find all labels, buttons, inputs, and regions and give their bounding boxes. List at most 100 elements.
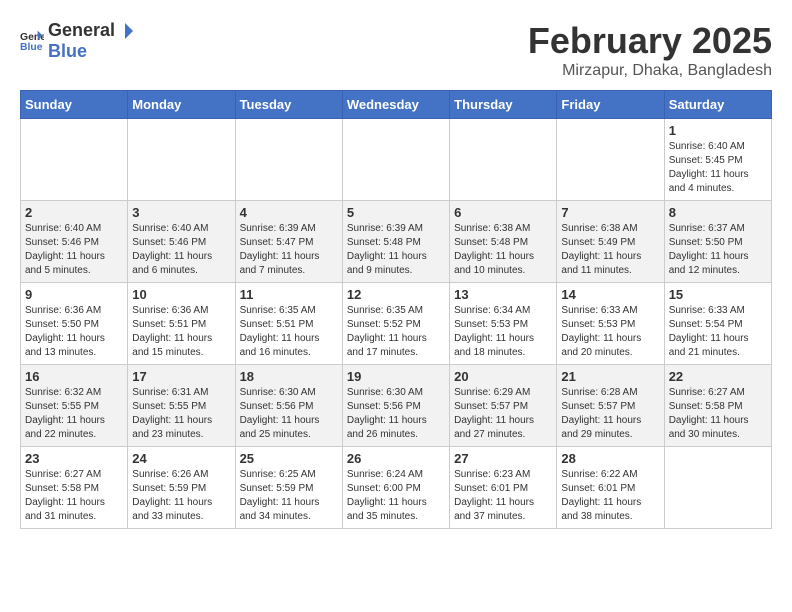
calendar-cell: 8 Sunrise: 6:37 AM Sunset: 5:50 PM Daylig…: [664, 201, 771, 283]
calendar-cell: 22 Sunrise: 6:27 AM Sunset: 5:58 PM Dayli…: [664, 365, 771, 447]
day-info: Sunrise: 6:27 AM Sunset: 5:58 PM Dayligh…: [669, 386, 767, 442]
calendar-cell: 12 Sunrise: 6:35 AM Sunset: 5:52 PM Dayli…: [342, 283, 449, 365]
day-number: 24: [132, 451, 230, 466]
calendar-cell: 1 Sunrise: 6:40 AM Sunset: 5:45 PM Daylig…: [664, 119, 771, 201]
day-info: Sunrise: 6:31 AM Sunset: 5:55 PM Dayligh…: [132, 386, 230, 442]
day-number: 15: [669, 287, 767, 302]
day-number: 12: [347, 287, 445, 302]
subtitle: Mirzapur, Dhaka, Bangladesh: [528, 62, 772, 80]
day-info: Sunrise: 6:22 AM Sunset: 6:01 PM Dayligh…: [561, 468, 659, 524]
day-number: 3: [132, 205, 230, 220]
day-info: Sunrise: 6:40 AM Sunset: 5:46 PM Dayligh…: [25, 222, 123, 278]
day-info: Sunrise: 6:38 AM Sunset: 5:49 PM Dayligh…: [561, 222, 659, 278]
day-info: Sunrise: 6:38 AM Sunset: 5:48 PM Dayligh…: [454, 222, 552, 278]
day-info: Sunrise: 6:39 AM Sunset: 5:47 PM Dayligh…: [240, 222, 338, 278]
day-number: 21: [561, 369, 659, 384]
day-info: Sunrise: 6:24 AM Sunset: 6:00 PM Dayligh…: [347, 468, 445, 524]
day-info: Sunrise: 6:35 AM Sunset: 5:52 PM Dayligh…: [347, 304, 445, 360]
calendar-week-row: 16 Sunrise: 6:32 AM Sunset: 5:55 PM Dayli…: [21, 365, 772, 447]
calendar-week-row: 23 Sunrise: 6:27 AM Sunset: 5:58 PM Dayli…: [21, 447, 772, 529]
calendar-cell: 6 Sunrise: 6:38 AM Sunset: 5:48 PM Daylig…: [450, 201, 557, 283]
weekday-header-saturday: Saturday: [664, 91, 771, 119]
main-title: February 2025: [528, 20, 772, 62]
logo-blue: Blue: [48, 41, 87, 61]
day-info: Sunrise: 6:36 AM Sunset: 5:50 PM Dayligh…: [25, 304, 123, 360]
day-number: 26: [347, 451, 445, 466]
day-number: 18: [240, 369, 338, 384]
logo-icon: General Blue: [20, 29, 44, 53]
day-info: Sunrise: 6:37 AM Sunset: 5:50 PM Dayligh…: [669, 222, 767, 278]
day-number: 2: [25, 205, 123, 220]
calendar-cell: 7 Sunrise: 6:38 AM Sunset: 5:49 PM Daylig…: [557, 201, 664, 283]
day-number: 13: [454, 287, 552, 302]
svg-text:Blue: Blue: [20, 42, 43, 53]
calendar-cell: 3 Sunrise: 6:40 AM Sunset: 5:46 PM Daylig…: [128, 201, 235, 283]
day-info: Sunrise: 6:40 AM Sunset: 5:45 PM Dayligh…: [669, 140, 767, 196]
day-info: Sunrise: 6:28 AM Sunset: 5:57 PM Dayligh…: [561, 386, 659, 442]
calendar-cell: 10Sunrise: 6:36 AM Sunset: 5:51 PM Dayli…: [128, 283, 235, 365]
day-number: 14: [561, 287, 659, 302]
header: General Blue General Blue February 2025 …: [20, 20, 772, 80]
calendar-cell: 15 Sunrise: 6:33 AM Sunset: 5:54 PM Dayli…: [664, 283, 771, 365]
calendar-cell: 16 Sunrise: 6:32 AM Sunset: 5:55 PM Dayli…: [21, 365, 128, 447]
weekday-header-thursday: Thursday: [450, 91, 557, 119]
day-info: Sunrise: 6:39 AM Sunset: 5:48 PM Dayligh…: [347, 222, 445, 278]
day-info: Sunrise: 6:33 AM Sunset: 5:53 PM Dayligh…: [561, 304, 659, 360]
day-number: 25: [240, 451, 338, 466]
calendar-cell: 20 Sunrise: 6:29 AM Sunset: 5:57 PM Dayli…: [450, 365, 557, 447]
calendar-cell: 4 Sunrise: 6:39 AM Sunset: 5:47 PM Daylig…: [235, 201, 342, 283]
day-number: 5: [347, 205, 445, 220]
day-info: Sunrise: 6:30 AM Sunset: 5:56 PM Dayligh…: [347, 386, 445, 442]
calendar-cell: 2 Sunrise: 6:40 AM Sunset: 5:46 PM Daylig…: [21, 201, 128, 283]
weekday-header-row: SundayMondayTuesdayWednesdayThursdayFrid…: [21, 91, 772, 119]
day-number: 11: [240, 287, 338, 302]
calendar-cell: 9 Sunrise: 6:36 AM Sunset: 5:50 PM Daylig…: [21, 283, 128, 365]
logo-arrow-icon: [115, 21, 135, 41]
day-info: Sunrise: 6:32 AM Sunset: 5:55 PM Dayligh…: [25, 386, 123, 442]
day-number: 16: [25, 369, 123, 384]
day-number: 9: [25, 287, 123, 302]
calendar-cell: 25Sunrise: 6:25 AM Sunset: 5:59 PM Dayli…: [235, 447, 342, 529]
day-number: 1: [669, 123, 767, 138]
calendar-table: SundayMondayTuesdayWednesdayThursdayFrid…: [20, 90, 772, 529]
calendar-cell: 23 Sunrise: 6:27 AM Sunset: 5:58 PM Dayli…: [21, 447, 128, 529]
calendar-cell: 19 Sunrise: 6:30 AM Sunset: 5:56 PM Dayli…: [342, 365, 449, 447]
weekday-header-wednesday: Wednesday: [342, 91, 449, 119]
day-info: Sunrise: 6:36 AM Sunset: 5:51 PM Dayligh…: [132, 304, 230, 360]
logo-general: General: [48, 20, 115, 41]
day-number: 7: [561, 205, 659, 220]
day-number: 19: [347, 369, 445, 384]
day-info: Sunrise: 6:29 AM Sunset: 5:57 PM Dayligh…: [454, 386, 552, 442]
day-info: Sunrise: 6:30 AM Sunset: 5:56 PM Dayligh…: [240, 386, 338, 442]
title-section: February 2025 Mirzapur, Dhaka, Banglades…: [528, 20, 772, 80]
day-number: 4: [240, 205, 338, 220]
day-number: 17: [132, 369, 230, 384]
day-info: Sunrise: 6:33 AM Sunset: 5:54 PM Dayligh…: [669, 304, 767, 360]
day-info: Sunrise: 6:23 AM Sunset: 6:01 PM Dayligh…: [454, 468, 552, 524]
weekday-header-tuesday: Tuesday: [235, 91, 342, 119]
day-number: 28: [561, 451, 659, 466]
calendar-cell: 27 Sunrise: 6:23 AM Sunset: 6:01 PM Dayli…: [450, 447, 557, 529]
logo: General Blue General Blue: [20, 20, 135, 62]
calendar-cell: 13Sunrise: 6:34 AM Sunset: 5:53 PM Dayli…: [450, 283, 557, 365]
day-number: 27: [454, 451, 552, 466]
calendar-cell: 21 Sunrise: 6:28 AM Sunset: 5:57 PM Dayli…: [557, 365, 664, 447]
calendar-week-row: 9 Sunrise: 6:36 AM Sunset: 5:50 PM Daylig…: [21, 283, 772, 365]
calendar-cell: [128, 119, 235, 201]
calendar-cell: [21, 119, 128, 201]
calendar-cell: [664, 447, 771, 529]
calendar-cell: 24Sunrise: 6:26 AM Sunset: 5:59 PM Dayli…: [128, 447, 235, 529]
calendar-cell: [342, 119, 449, 201]
day-number: 22: [669, 369, 767, 384]
day-number: 6: [454, 205, 552, 220]
day-info: Sunrise: 6:40 AM Sunset: 5:46 PM Dayligh…: [132, 222, 230, 278]
day-number: 20: [454, 369, 552, 384]
day-number: 23: [25, 451, 123, 466]
calendar-cell: 14 Sunrise: 6:33 AM Sunset: 5:53 PM Dayli…: [557, 283, 664, 365]
day-info: Sunrise: 6:27 AM Sunset: 5:58 PM Dayligh…: [25, 468, 123, 524]
calendar-cell: 5 Sunrise: 6:39 AM Sunset: 5:48 PM Daylig…: [342, 201, 449, 283]
calendar-cell: 18 Sunrise: 6:30 AM Sunset: 5:56 PM Dayli…: [235, 365, 342, 447]
day-number: 8: [669, 205, 767, 220]
calendar-cell: 28 Sunrise: 6:22 AM Sunset: 6:01 PM Dayli…: [557, 447, 664, 529]
calendar-cell: [557, 119, 664, 201]
